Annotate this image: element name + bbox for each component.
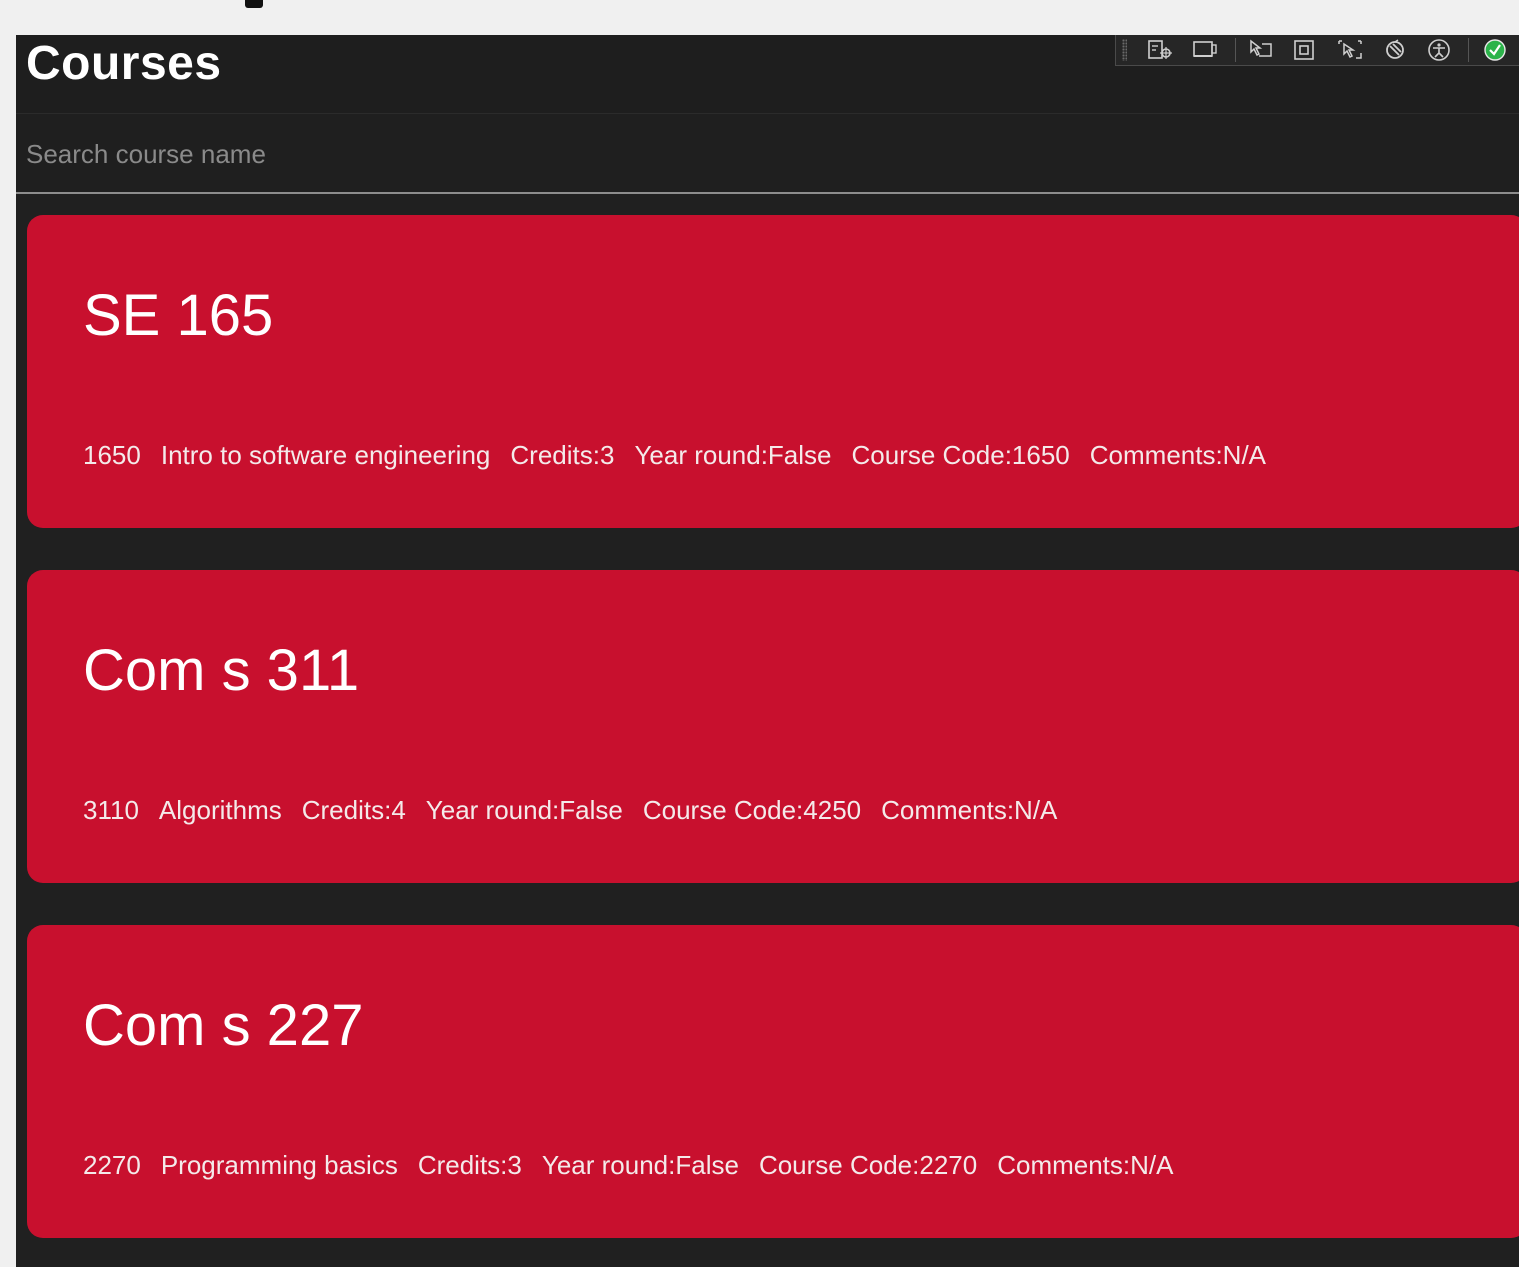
course-code: Course Code:2270 xyxy=(758,1150,978,1180)
course-credits: Credits:3 xyxy=(510,440,615,470)
app-window: Courses Search course name SE 165 1650 I… xyxy=(16,35,1519,1267)
course-year-round: Year round:False xyxy=(634,440,832,470)
toolbar-separator xyxy=(1234,38,1236,62)
display-layout-icon[interactable] xyxy=(1190,36,1221,64)
course-credits: Credits:3 xyxy=(417,1150,522,1180)
course-list: SE 165 1650 Intro to software engineerin… xyxy=(27,215,1519,1267)
course-year-round: Year round:False xyxy=(425,795,623,825)
toolbar-grip-icon[interactable] xyxy=(1122,39,1128,61)
course-comments: Comments:N/A xyxy=(1089,440,1267,470)
course-code: Course Code:1650 xyxy=(851,440,1070,470)
binding-check-icon[interactable] xyxy=(1479,36,1510,64)
course-number: 3110 xyxy=(83,795,139,825)
course-title: Com s 311 xyxy=(83,638,360,703)
course-description: Intro to software engineering xyxy=(160,440,491,470)
page-header: Courses xyxy=(16,35,1519,114)
course-number: 1650 xyxy=(83,440,141,470)
course-card[interactable]: Com s 311 3110 Algorithms Credits:4 Year… xyxy=(27,570,1519,883)
course-description: Algorithms xyxy=(158,795,282,825)
course-credits: Credits:4 xyxy=(301,795,406,825)
window-edge-mark xyxy=(245,0,263,8)
search-input[interactable] xyxy=(26,134,1506,174)
course-title: Com s 227 xyxy=(83,993,364,1058)
search-bar xyxy=(16,114,1519,194)
course-comments: Comments:N/A xyxy=(997,1150,1174,1180)
accessibility-icon[interactable] xyxy=(1424,36,1455,64)
course-description: Programming basics xyxy=(160,1150,398,1180)
course-details: 3110 Algorithms Credits:4 Year round:Fal… xyxy=(83,793,1077,827)
course-card[interactable]: SE 165 1650 Intro to software engineerin… xyxy=(27,215,1519,528)
course-code: Course Code:4250 xyxy=(642,795,862,825)
page-title: Courses xyxy=(26,37,222,90)
course-year-round: Year round:False xyxy=(541,1150,739,1180)
course-card[interactable]: Com s 227 2270 Programming basics Credit… xyxy=(27,925,1519,1238)
track-focus-icon[interactable] xyxy=(1335,36,1366,64)
select-element-icon[interactable] xyxy=(1246,36,1277,64)
xaml-debug-toolbar xyxy=(1115,35,1519,66)
course-title: SE 165 xyxy=(83,283,274,348)
hot-reload-icon[interactable] xyxy=(1379,36,1410,64)
layout-adorners-icon[interactable] xyxy=(1290,36,1321,64)
toolbar-separator xyxy=(1468,38,1470,62)
course-details: 1650 Intro to software engineering Credi… xyxy=(83,438,1286,472)
course-details: 2270 Programming basics Credits:3 Year r… xyxy=(83,1148,1193,1182)
course-number: 2270 xyxy=(83,1150,141,1180)
course-comments: Comments:N/A xyxy=(881,795,1058,825)
live-tree-icon[interactable] xyxy=(1145,36,1176,64)
